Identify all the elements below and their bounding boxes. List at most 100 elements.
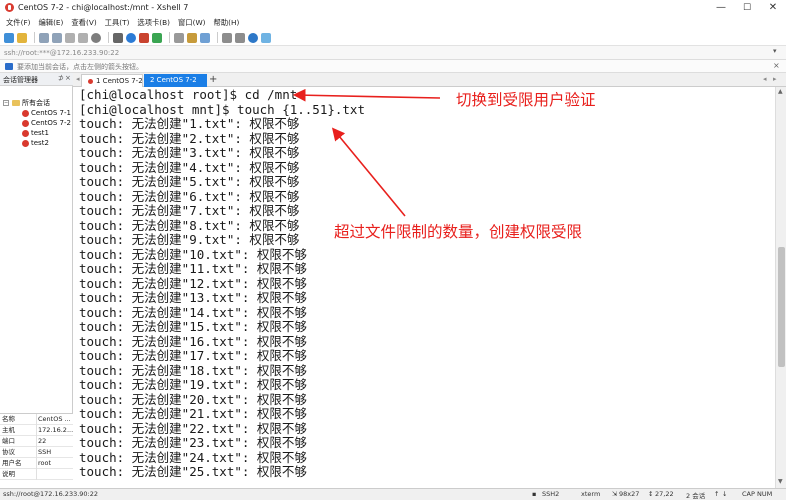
pin-icon[interactable]: ⊅ [58, 74, 64, 82]
fullscreen-icon[interactable] [235, 32, 245, 43]
session-item-centos-7-1[interactable]: CentOS 7-1 [0, 108, 73, 118]
terminal-line: touch: 无法创建"8.txt": 权限不够 [79, 217, 300, 233]
search-icon[interactable] [91, 32, 101, 43]
terminal-line: touch: 无法创建"16.txt": 权限不够 [79, 333, 307, 349]
menu-tabs[interactable]: 选项卡(B) [137, 18, 170, 28]
tab-bar: ◂ 1 CentOS 7-2 2 CentOS 7-2 + ◂ ▸ [73, 73, 786, 87]
terminal-line: touch: 无法创建"13.txt": 权限不够 [79, 290, 307, 305]
minimize-button[interactable]: — [708, 0, 734, 16]
toolbar-separator [34, 32, 35, 43]
property-key: 主机 [2, 426, 15, 434]
terminal-line: touch: 无法创建"21.txt": 权限不够 [79, 406, 307, 421]
menu-view[interactable]: 查看(V) [71, 18, 96, 28]
terminal-line: touch: 无法创建"2.txt": 权限不够 [79, 130, 300, 146]
transfer-icon[interactable] [152, 32, 162, 43]
chat-icon[interactable] [261, 32, 271, 43]
terminal-line: touch: 无法创建"10.txt": 权限不够 [79, 246, 307, 262]
open-folder-icon[interactable] [17, 32, 27, 43]
tab-scroll-left-icon[interactable]: ◂ [763, 75, 767, 83]
arrow-up-icon[interactable]: ↑ [714, 490, 719, 498]
session-icon [22, 110, 29, 117]
address-input[interactable] [4, 48, 768, 58]
tab-scroll-left-icon[interactable]: ◂ [76, 75, 80, 83]
terminal-line: touch: 无法创建"23.txt": 权限不够 [79, 435, 307, 450]
help-icon[interactable] [248, 32, 258, 43]
info-text: 要添加当前会话，点击左侧的箭头按钮。 [17, 63, 143, 71]
scrollbar-thumb[interactable] [778, 247, 785, 367]
property-key: 名称 [2, 415, 15, 423]
layout-icon[interactable] [222, 32, 232, 43]
terminal-line: touch: 无法创建"1.txt": 权限不够 [79, 116, 300, 131]
property-key: 说明 [2, 470, 15, 478]
tab-label: 1 CentOS 7-2 [96, 77, 143, 85]
maximize-button[interactable]: ☐ [734, 0, 760, 16]
close-button[interactable]: ✕ [760, 0, 786, 16]
annotation-exceed-limit: 超过文件限制的数量，创建权限受限 [334, 223, 583, 241]
lock-icon: ▪ [532, 490, 537, 498]
property-key: 用户名 [2, 459, 22, 467]
cursor-icon: ↕ [648, 490, 654, 498]
tab-centos-7-2-first[interactable]: 1 CentOS 7-2 [81, 74, 143, 87]
scroll-up-icon[interactable]: ▲ [778, 88, 783, 95]
compose-icon[interactable] [200, 32, 210, 43]
terminal-line: [chi@localhost root]$ cd /mnt [79, 87, 298, 102]
xftp-icon[interactable] [139, 32, 149, 43]
status-bar: ssh://root@172.16.233.90:22 ▪ SSH2 xterm… [0, 488, 786, 500]
tab-centos-7-2-active[interactable]: 2 CentOS 7-2 [144, 74, 207, 87]
size-icon: ⇲ [612, 490, 618, 498]
menu-help[interactable]: 帮助(H) [214, 18, 240, 28]
terminal-line: touch: 无法创建"6.txt": 权限不够 [79, 188, 300, 204]
reconnect-icon[interactable] [52, 32, 62, 43]
address-bar: ▾ [0, 46, 786, 60]
globe-icon[interactable] [126, 32, 136, 43]
menu-file[interactable]: 文件(F) [6, 18, 30, 28]
copy-icon[interactable] [65, 32, 75, 43]
property-row: 名称 CentOS ... [0, 414, 73, 425]
paste-icon[interactable] [78, 32, 88, 43]
status-connection: ssh://root@172.16.233.90:22 [3, 490, 99, 498]
terminal-line: touch: 无法创建"18.txt": 权限不够 [79, 362, 307, 378]
collapse-icon[interactable]: − [3, 100, 9, 106]
menu-tools[interactable]: 工具(T) [105, 18, 130, 28]
status-protocol: SSH2 [542, 490, 560, 498]
tab-scroll-right-icon[interactable]: ▸ [773, 75, 777, 83]
terminal-line: touch: 无法创建"25.txt": 权限不够 [79, 464, 307, 479]
terminal-line: touch: 无法创建"3.txt": 权限不够 [79, 145, 300, 160]
terminal-scrollbar[interactable]: ▲ ▼ [775, 87, 786, 488]
session-item-test1[interactable]: test1 [0, 128, 73, 138]
property-row: 说明 [0, 469, 73, 480]
terminal-output[interactable]: [chi@localhost root]$ cd /mnt [chi@localh… [73, 87, 775, 488]
new-session-icon[interactable] [4, 32, 14, 43]
property-key: 协议 [2, 448, 15, 456]
tree-root-all-sessions[interactable]: − 所有会话 [0, 98, 73, 108]
add-tab-button[interactable]: + [209, 74, 217, 85]
lock-icon[interactable] [187, 32, 197, 43]
property-value: 22 [38, 437, 47, 445]
menu-window[interactable]: 窗口(W) [178, 18, 206, 28]
property-value: 172.16.2... [38, 426, 73, 434]
session-icon [22, 120, 29, 127]
terminal-line: touch: 无法创建"4.txt": 权限不够 [79, 159, 300, 175]
property-value: root [38, 459, 52, 467]
status-sessions: 2 会话 [686, 492, 706, 500]
chevron-down-icon[interactable]: ▾ [773, 47, 777, 55]
status-cursor: 27,22 [655, 490, 674, 498]
close-icon[interactable]: × [773, 61, 780, 70]
terminal-line: [chi@localhost mnt]$ touch {1..51}.txt [79, 101, 365, 117]
print-icon[interactable] [113, 32, 123, 43]
menu-edit[interactable]: 编辑(E) [38, 18, 63, 28]
session-item-test2[interactable]: test2 [0, 138, 73, 148]
terminal-line: touch: 无法创建"24.txt": 权限不够 [79, 449, 307, 465]
terminal-line: touch: 无法创建"5.txt": 权限不够 [79, 174, 300, 189]
arrow-down-icon[interactable]: ↓ [722, 490, 727, 498]
property-row: 端口 22 [0, 436, 73, 447]
close-icon[interactable]: × [65, 74, 71, 82]
keyboard-icon[interactable] [174, 32, 184, 43]
property-value: CentOS ... [38, 415, 71, 423]
toolbar [0, 30, 786, 46]
scroll-down-icon[interactable]: ▼ [778, 478, 783, 485]
session-item-centos-7-2[interactable]: CentOS 7-2 [0, 118, 73, 128]
session-manager-title: 会话管理器 [3, 76, 38, 84]
session-label: CentOS 7-2 [31, 119, 71, 127]
disconnect-icon[interactable] [39, 32, 49, 43]
